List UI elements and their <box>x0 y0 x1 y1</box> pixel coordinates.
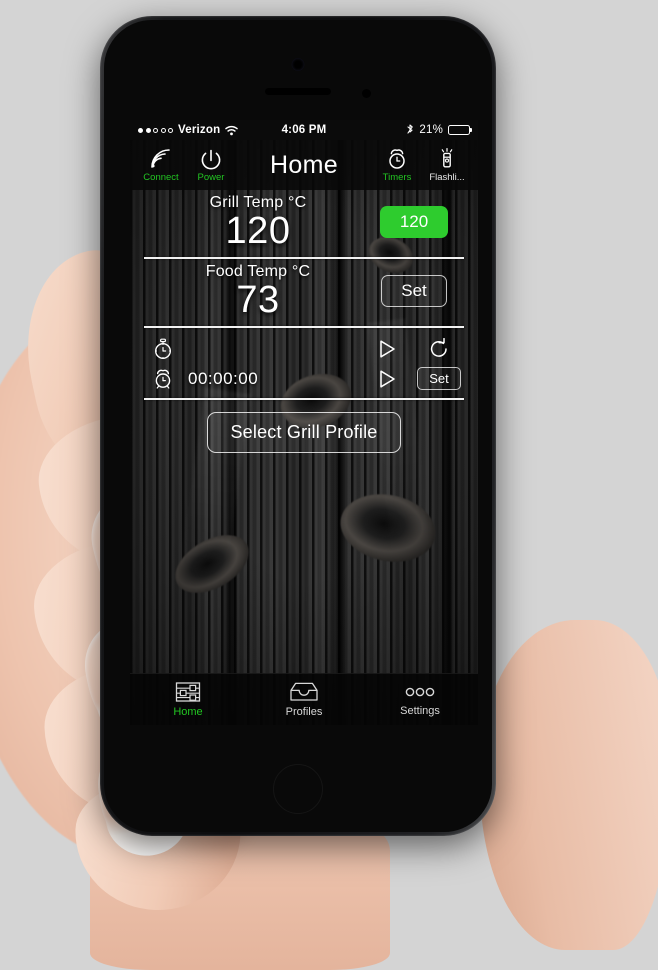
tab-settings-label: Settings <box>400 705 440 717</box>
food-temp-value: 73 <box>236 278 280 321</box>
power-label: Power <box>197 172 225 183</box>
alarm-clock-icon <box>148 367 178 391</box>
status-bar-time: 4:06 PM <box>281 124 327 136</box>
front-camera-icon <box>291 58 305 71</box>
food-set-button[interactable]: Set <box>381 275 447 308</box>
battery-icon <box>448 125 472 135</box>
timers-label: Timers <box>382 172 412 183</box>
phone-screen: Verizon 4:06 PM 21% Connect Power Home T… <box>130 120 478 725</box>
hand-right-side <box>480 620 658 950</box>
power-icon <box>198 147 224 171</box>
connect-label: Connect <box>143 172 179 183</box>
proximity-sensor <box>362 89 371 98</box>
grill-setpoint-button[interactable]: 120 <box>379 206 449 239</box>
tab-settings[interactable]: Settings <box>362 682 478 717</box>
timers-button[interactable]: Timers <box>372 147 422 183</box>
alarm-time-value: 00:00:00 <box>188 368 259 388</box>
alarm-play-button[interactable] <box>366 368 408 390</box>
bluetooth-icon <box>406 124 414 136</box>
tab-profiles-label: Profiles <box>285 706 323 718</box>
tab-profiles[interactable]: Profiles <box>246 681 362 718</box>
signal-strength-icon <box>138 127 173 133</box>
tab-home[interactable]: Home <box>130 681 246 718</box>
earpiece-speaker <box>265 88 331 95</box>
stopwatch-reset-button[interactable] <box>418 337 460 360</box>
stopwatch-icon <box>148 337 178 361</box>
battery-percent: 21% <box>419 124 443 136</box>
three-dots-icon <box>403 682 437 702</box>
stopwatch-row <box>148 334 460 364</box>
app-nav-bar: Connect Power Home Timers Flashli... <box>130 140 478 190</box>
tray-icon <box>288 681 320 703</box>
tab-home-label: Home <box>173 706 203 718</box>
main-content: Grill Temp °C 120 120 Food Temp °C 73 Se… <box>130 190 478 673</box>
alarm-row: 00:00:00 Set <box>148 364 461 394</box>
carrier-name: Verizon <box>178 124 221 136</box>
wifi-icon <box>225 125 239 136</box>
food-temp-row: Food Temp °C 73 Set <box>130 259 478 326</box>
power-button[interactable]: Power <box>186 147 236 183</box>
alarm-clock-icon <box>384 147 410 171</box>
stopwatch-play-button[interactable] <box>366 338 408 360</box>
flashlight-label: Flashli... <box>429 172 465 183</box>
select-grill-profile-button[interactable]: Select Grill Profile <box>207 411 401 453</box>
grill-temp-row: Grill Temp °C 120 120 <box>130 190 478 257</box>
page-title: Home <box>270 150 338 179</box>
timer-section: 00:00:00 Set <box>130 328 478 398</box>
bottom-tab-bar: Home Profiles Settings <box>130 673 478 725</box>
alarm-set-button[interactable]: Set <box>417 367 461 390</box>
profile-section: Select Grill Profile <box>130 400 478 453</box>
signal-arcs-icon <box>148 147 174 171</box>
flashlight-button[interactable]: Flashli... <box>422 147 472 183</box>
sliders-icon <box>174 681 202 703</box>
grill-temp-value: 120 <box>225 210 291 252</box>
connect-button[interactable]: Connect <box>136 147 186 183</box>
alarm-set-button-wrap: Set <box>417 367 461 390</box>
smartphone-device: Verizon 4:06 PM 21% Connect Power Home T… <box>100 16 496 836</box>
home-button[interactable] <box>273 764 323 814</box>
status-bar: Verizon 4:06 PM 21% <box>130 120 478 140</box>
flashlight-icon <box>434 147 460 171</box>
